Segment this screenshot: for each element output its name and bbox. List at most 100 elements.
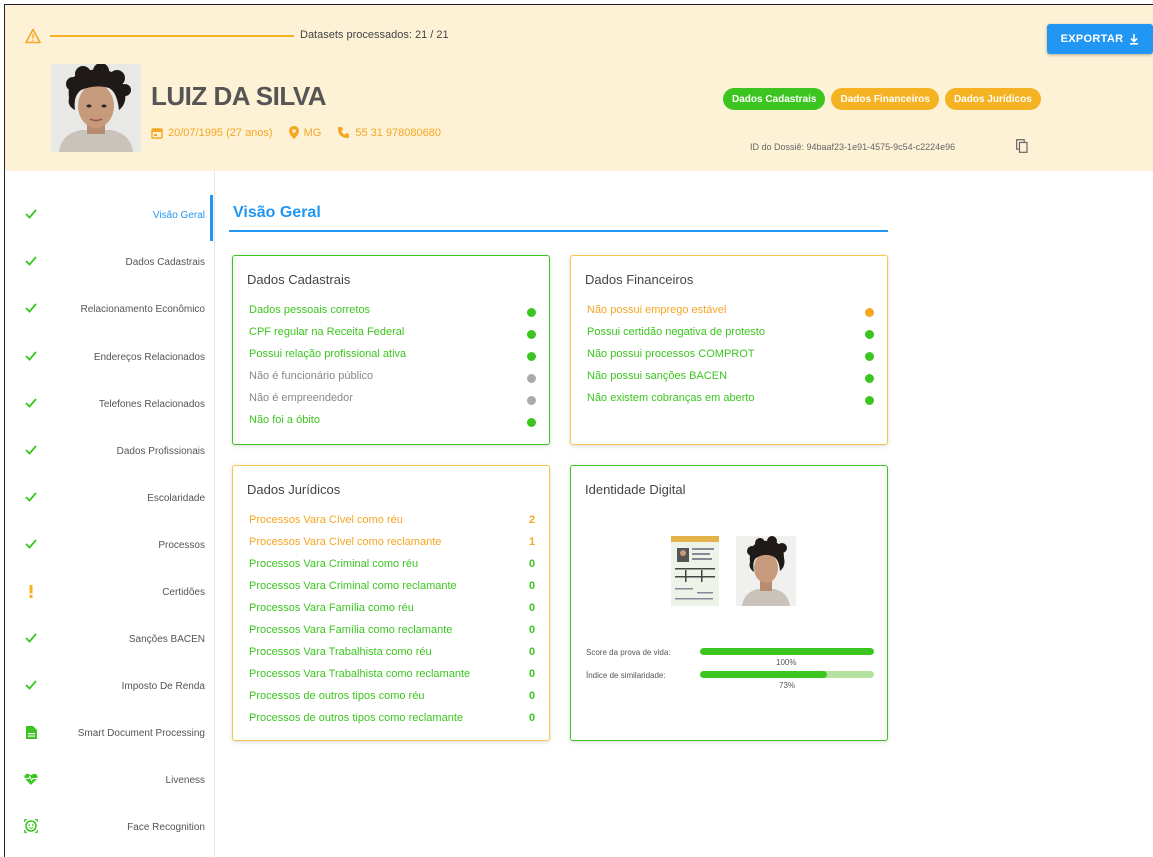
list-item: Não possui sanções BACEN	[587, 370, 728, 382]
calendar-icon	[151, 127, 163, 139]
list-item: Processos Vara Criminal como reclamante	[249, 580, 457, 592]
list-item: Possui relação profissional ativa	[249, 348, 407, 360]
sidebar-item-label: Dados Cadastrais	[125, 256, 205, 268]
datasets-status: Datasets processados: 21 / 21	[300, 29, 449, 41]
count-value: 2	[529, 514, 536, 526]
location-icon	[288, 126, 299, 139]
status-check-icon	[527, 418, 536, 427]
sidebar-item-label: Sanções BACEN	[128, 633, 205, 645]
card-dados-cadastrais: Dados Cadastrais Dados pessoais corretos…	[232, 255, 550, 445]
list-item: Processos Vara Cível como réu	[249, 514, 403, 526]
badge-dados-juridicos[interactable]: Dados Jurídicos	[944, 88, 1041, 110]
list-item: Não possui processos COMPROT	[587, 348, 755, 360]
sidebar-item-liveness[interactable]: Liveness	[5, 768, 215, 792]
phone-icon	[337, 126, 350, 139]
document-icon	[24, 725, 38, 739]
similarity-label: Índice de similaridade:	[586, 671, 666, 680]
sidebar-item-face-recognition[interactable]: Face Recognition	[5, 815, 215, 839]
list-item: Processos Vara Criminal como réu	[249, 558, 419, 570]
sidebar-item-label: Face Recognition	[127, 821, 205, 833]
list-item: Processos Vara Cível como reclamante	[249, 536, 442, 548]
list-item: Processos Vara Trabalhista como réu	[249, 646, 432, 658]
sidebar-item-label: Smart Document Processing	[77, 727, 205, 739]
sidebar-item-label: Relacionamento Econômico	[80, 303, 205, 315]
sidebar-item-label: Dados Profissionais	[116, 445, 205, 457]
count-value: 0	[529, 602, 536, 614]
check-icon	[24, 349, 38, 363]
sidebar-item-telefones-relacionados[interactable]: Telefones Relacionados	[5, 392, 215, 416]
list-item: Processos de outros tipos como reclamant…	[249, 712, 463, 724]
badge-dados-cadastrais[interactable]: Dados Cadastrais	[723, 88, 826, 110]
card-title: Dados Financeiros	[585, 272, 694, 287]
sidebar-item-dados-cadastrais[interactable]: Dados Cadastrais	[5, 250, 215, 274]
sidebar-item-imposto-de-renda[interactable]: Imposto De Renda	[5, 674, 215, 698]
download-icon	[1130, 33, 1139, 45]
heartbeat-icon	[24, 772, 38, 786]
title-underline	[229, 230, 888, 232]
sidebar-item-label: Endereços Relacionados	[93, 351, 205, 363]
sidebar-item-visao-geral[interactable]: Visão Geral	[5, 203, 215, 227]
count-value: 1	[529, 536, 536, 548]
status-check-icon	[527, 308, 536, 317]
status-check-icon	[865, 396, 874, 405]
sidebar-item-dados-profissionais[interactable]: Dados Profissionais	[5, 439, 215, 463]
count-value: 0	[529, 646, 536, 658]
sidebar-item-relacionamento-economico[interactable]: Relacionamento Econômico	[5, 297, 215, 321]
check-icon	[24, 254, 38, 268]
sidebar-item-label: Escolaridade	[147, 492, 205, 504]
card-title: Dados Jurídicos	[247, 482, 341, 497]
sidebar-item-sancoes-bacen[interactable]: Sanções BACEN	[5, 627, 215, 651]
phone-number: 55 31 978080680	[355, 126, 441, 139]
card-title: Dados Cadastrais	[247, 272, 351, 287]
liveness-label: Score da prova de vida:	[586, 648, 671, 657]
birth-date: 20/07/1995 (27 anos)	[168, 126, 273, 139]
selfie-thumbnail[interactable]	[736, 536, 796, 606]
list-item: Processos Vara Família como réu	[249, 602, 414, 614]
liveness-value: 100%	[776, 658, 797, 667]
liveness-bar-fill	[700, 648, 874, 655]
sidebar-item-processos[interactable]: Processos	[5, 533, 215, 557]
count-value: 0	[529, 668, 536, 680]
card-identidade-digital: Identidade Digital Score da prova de vid…	[570, 465, 888, 741]
app-frame: Datasets processados: 21 / 21 EXPORTAR L…	[4, 4, 1153, 857]
dossier-id: ID do Dossiê: 94baaf23-1e91-4575-9c54-c2…	[750, 142, 956, 152]
status-info-icon	[527, 396, 536, 405]
sidebar-item-smart-document-processing[interactable]: Smart Document Processing	[5, 721, 215, 745]
state: MG	[303, 126, 322, 139]
list-item: Não é funcionário público	[249, 370, 374, 382]
check-icon	[24, 678, 38, 692]
document-thumbnail[interactable]	[671, 536, 719, 606]
status-check-icon	[865, 352, 874, 361]
sidebar-item-label: Telefones Relacionados	[98, 398, 205, 410]
sidebar-item-certidoes[interactable]: Certidões	[5, 580, 215, 604]
list-item: Processos Vara Trabalhista como reclaman…	[249, 668, 471, 680]
badge-dados-financeiros[interactable]: Dados Financeiros	[831, 88, 939, 110]
count-value: 0	[529, 580, 536, 592]
list-item: Não existem cobranças em aberto	[587, 392, 755, 404]
count-value: 0	[529, 624, 536, 636]
status-check-icon	[865, 330, 874, 339]
count-value: 0	[529, 690, 536, 702]
copy-icon[interactable]	[1016, 139, 1028, 153]
status-info-icon	[527, 374, 536, 383]
warning-icon	[25, 28, 41, 44]
list-item: Processos Vara Família como reclamante	[249, 624, 453, 636]
profile-photo	[51, 64, 141, 152]
sidebar-item-label: Certidões	[162, 586, 205, 598]
active-indicator	[210, 195, 213, 241]
count-value: 0	[529, 558, 536, 570]
check-icon	[24, 443, 38, 457]
status-check-icon	[527, 330, 536, 339]
card-title: Identidade Digital	[585, 482, 686, 497]
page-title: Visão Geral	[233, 204, 321, 221]
sidebar-item-escolaridade[interactable]: Escolaridade	[5, 486, 215, 510]
check-icon	[24, 301, 38, 315]
similarity-value: 73%	[779, 681, 796, 690]
status-check-icon	[865, 374, 874, 383]
sidebar-item-enderecos-relacionados[interactable]: Endereços Relacionados	[5, 345, 215, 369]
check-icon	[24, 490, 38, 504]
check-icon	[24, 396, 38, 410]
list-item: Possui certidão negativa de protesto	[587, 326, 765, 338]
export-button[interactable]: EXPORTAR	[1047, 24, 1153, 54]
status-check-icon	[527, 352, 536, 361]
